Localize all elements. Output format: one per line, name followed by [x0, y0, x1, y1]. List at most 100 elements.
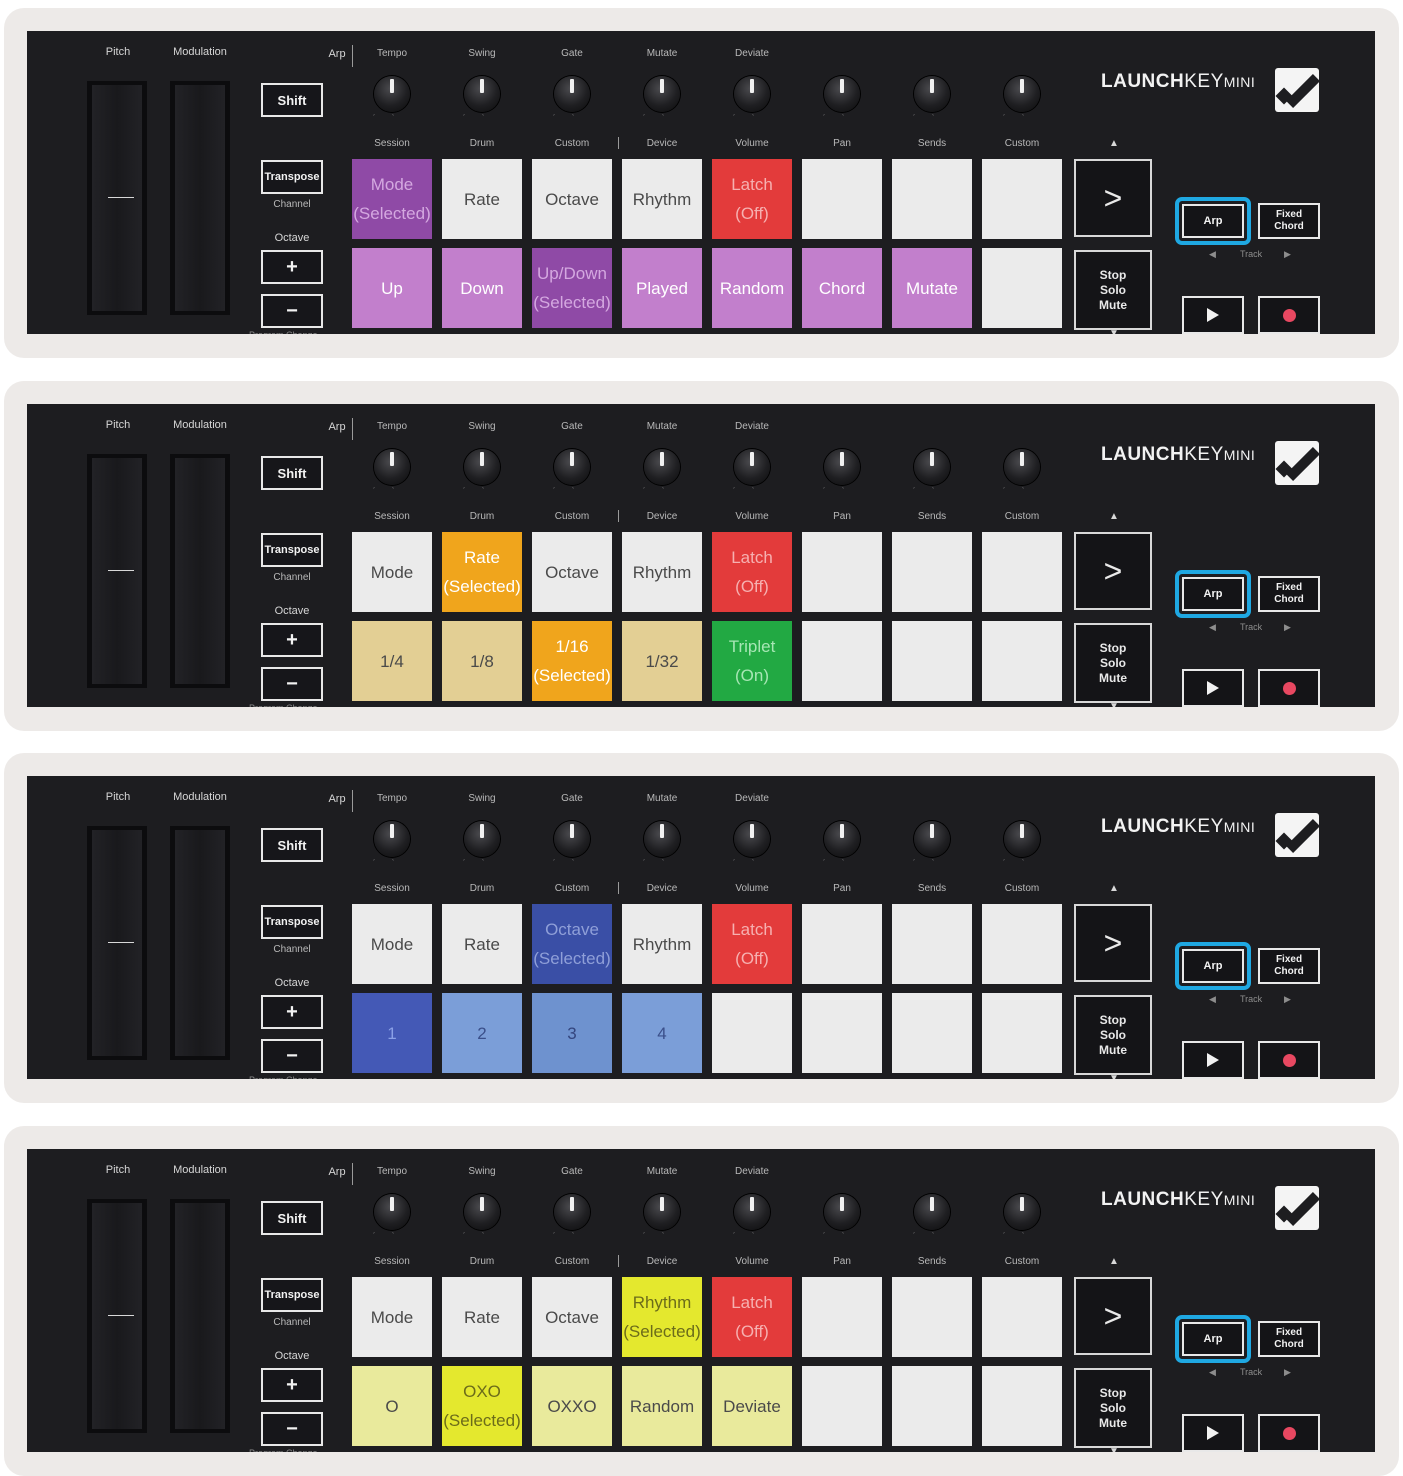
pad[interactable]	[982, 1277, 1062, 1357]
rotary-knob[interactable]: ˏˎ	[823, 76, 860, 116]
pad[interactable]: 2	[442, 993, 522, 1073]
pad[interactable]: Played	[622, 248, 702, 328]
rotary-knob[interactable]: ˏˎ	[643, 449, 680, 489]
rotary-knob[interactable]: ˏˎ	[373, 821, 410, 861]
rotary-knob[interactable]: ˏˎ	[913, 76, 950, 116]
pad[interactable]	[802, 1366, 882, 1446]
pad[interactable]: Mode	[352, 1277, 432, 1357]
rotary-knob[interactable]: ˏˎ	[733, 449, 770, 489]
pad[interactable]: 1/16 (Selected)	[532, 621, 612, 701]
octave-down-button[interactable]: −	[261, 1412, 323, 1446]
pad[interactable]: 3	[532, 993, 612, 1073]
transpose-button[interactable]: Transpose	[261, 905, 323, 939]
rotary-knob[interactable]: ˏˎ	[553, 76, 590, 116]
rotary-knob[interactable]: ˏˎ	[643, 1194, 680, 1234]
scene-launch-button[interactable]: >	[1074, 532, 1152, 610]
pad[interactable]	[802, 993, 882, 1073]
pad[interactable]: 1/4	[352, 621, 432, 701]
rotary-knob[interactable]: ˏˎ	[1003, 449, 1040, 489]
pad[interactable]: 1	[352, 993, 432, 1073]
rotary-knob[interactable]: ˏˎ	[823, 449, 860, 489]
arp-button[interactable]: Arp	[1182, 204, 1244, 238]
pad[interactable]	[982, 993, 1062, 1073]
rotary-knob[interactable]: ˏˎ	[373, 76, 410, 116]
pad[interactable]: Rhythm (Selected)	[622, 1277, 702, 1357]
pad[interactable]	[892, 904, 972, 984]
pad[interactable]	[802, 904, 882, 984]
pad[interactable]	[982, 532, 1062, 612]
rotary-knob[interactable]: ˏˎ	[913, 1194, 950, 1234]
pad[interactable]: Deviate	[712, 1366, 792, 1446]
pad[interactable]: Octave	[532, 1277, 612, 1357]
pad[interactable]: Rate	[442, 1277, 522, 1357]
play-button[interactable]	[1182, 669, 1244, 707]
pad[interactable]	[712, 993, 792, 1073]
pad[interactable]	[982, 1366, 1062, 1446]
rotary-knob[interactable]: ˏˎ	[1003, 76, 1040, 116]
pad[interactable]	[982, 621, 1062, 701]
pad[interactable]: 4	[622, 993, 702, 1073]
pad[interactable]: Rhythm	[622, 159, 702, 239]
pad[interactable]: 1/32	[622, 621, 702, 701]
transpose-button[interactable]: Transpose	[261, 533, 323, 567]
rotary-knob[interactable]: ˏˎ	[463, 449, 500, 489]
octave-down-button[interactable]: −	[261, 294, 323, 328]
pad[interactable]	[802, 621, 882, 701]
pad[interactable]: Triplet (On)	[712, 621, 792, 701]
rotary-knob[interactable]: ˏˎ	[733, 76, 770, 116]
pad[interactable]: Latch (Off)	[712, 904, 792, 984]
record-button[interactable]	[1258, 1041, 1320, 1079]
pad[interactable]	[982, 159, 1062, 239]
record-button[interactable]	[1258, 296, 1320, 334]
play-button[interactable]	[1182, 1041, 1244, 1079]
rotary-knob[interactable]: ˏˎ	[823, 1194, 860, 1234]
scene-launch-button[interactable]: >	[1074, 1277, 1152, 1355]
rotary-knob[interactable]: ˏˎ	[553, 449, 590, 489]
pitch-strip[interactable]	[87, 81, 147, 315]
stop-solo-mute-button[interactable]: Stop Solo Mute	[1074, 1368, 1152, 1448]
pad[interactable]	[802, 532, 882, 612]
scene-launch-button[interactable]: >	[1074, 159, 1152, 237]
rotary-knob[interactable]: ˏˎ	[373, 449, 410, 489]
octave-down-button[interactable]: −	[261, 667, 323, 701]
pad[interactable]	[802, 159, 882, 239]
fixed-chord-button[interactable]: Fixed Chord	[1258, 948, 1320, 984]
record-button[interactable]	[1258, 669, 1320, 707]
arp-button[interactable]: Arp	[1182, 949, 1244, 983]
pad[interactable]: Up/Down (Selected)	[532, 248, 612, 328]
pad[interactable]	[892, 532, 972, 612]
arp-button[interactable]: Arp	[1182, 1322, 1244, 1356]
stop-solo-mute-button[interactable]: Stop Solo Mute	[1074, 250, 1152, 330]
pad[interactable]: 1/8	[442, 621, 522, 701]
scene-launch-button[interactable]: >	[1074, 904, 1152, 982]
pad[interactable]: Octave	[532, 532, 612, 612]
pad[interactable]: OXXO	[532, 1366, 612, 1446]
pad[interactable]: Octave (Selected)	[532, 904, 612, 984]
transpose-button[interactable]: Transpose	[261, 1278, 323, 1312]
pad[interactable]: OXO (Selected)	[442, 1366, 522, 1446]
pad[interactable]: Mode	[352, 532, 432, 612]
pad[interactable]: Rate (Selected)	[442, 532, 522, 612]
rotary-knob[interactable]: ˏˎ	[463, 1194, 500, 1234]
rotary-knob[interactable]: ˏˎ	[733, 1194, 770, 1234]
fixed-chord-button[interactable]: Fixed Chord	[1258, 576, 1320, 612]
shift-button[interactable]: Shift	[261, 83, 323, 117]
play-button[interactable]	[1182, 1414, 1244, 1452]
pad[interactable]: Rate	[442, 904, 522, 984]
record-button[interactable]	[1258, 1414, 1320, 1452]
octave-down-button[interactable]: −	[261, 1039, 323, 1073]
pad[interactable]	[892, 621, 972, 701]
pad[interactable]: Latch (Off)	[712, 159, 792, 239]
pad[interactable]	[982, 904, 1062, 984]
pad[interactable]: Down	[442, 248, 522, 328]
pad[interactable]: Rhythm	[622, 904, 702, 984]
pitch-strip[interactable]	[87, 1199, 147, 1433]
fixed-chord-button[interactable]: Fixed Chord	[1258, 1321, 1320, 1357]
pad[interactable]: O	[352, 1366, 432, 1446]
pad[interactable]: Mutate	[892, 248, 972, 328]
pad[interactable]	[892, 993, 972, 1073]
pad[interactable]	[982, 248, 1062, 328]
pad[interactable]	[892, 1366, 972, 1446]
modulation-strip[interactable]	[170, 81, 230, 315]
pad[interactable]: Latch (Off)	[712, 532, 792, 612]
